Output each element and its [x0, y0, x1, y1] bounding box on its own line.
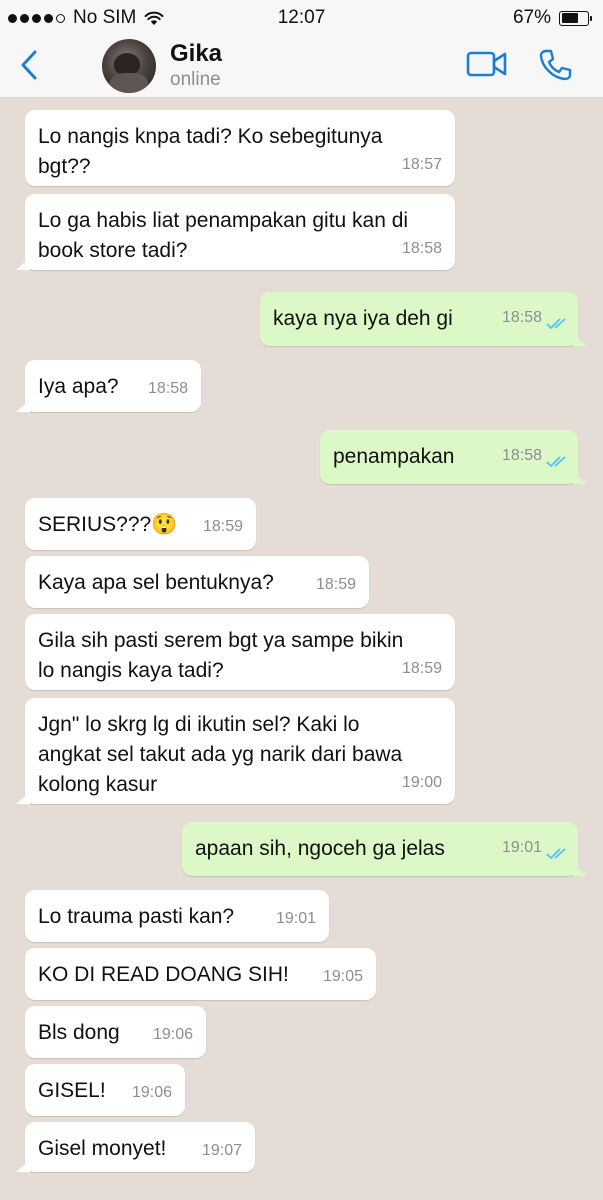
- status-right: 67%: [512, 7, 592, 29]
- chat-header: Gika online: [0, 36, 603, 98]
- message-bubble-outgoing[interactable]: apaan sih, ngoceh ga jelas 19:01: [182, 822, 587, 876]
- message-bubble-incoming[interactable]: Kaya apa sel bentuknya? 18:59: [25, 556, 369, 608]
- read-ticks-icon: [546, 848, 566, 860]
- message-time: 19:07: [201, 1142, 242, 1159]
- message-bubble-incoming[interactable]: Lo trauma pasti kan? 19:01: [25, 890, 329, 942]
- message-text: Jgn" lo skrg lg di ikutin sel? Kaki lo a…: [38, 713, 403, 796]
- message-bubble-incoming[interactable]: Iya apa? 18:58: [16, 360, 201, 412]
- message-bubble-incoming[interactable]: Gisel monyet! 19:07: [16, 1122, 255, 1172]
- message-bubble-incoming[interactable]: KO DI READ DOANG SIH! 19:05: [25, 948, 376, 1000]
- message-text: Lo ga habis liat penampakan gitu kan di …: [38, 209, 409, 262]
- message-text: GISEL!: [38, 1079, 106, 1102]
- message-text: SERIUS???😲: [38, 513, 178, 536]
- message-bubble-incoming[interactable]: Lo nangis knpa tadi? Ko sebegitunya bgt?…: [25, 110, 455, 186]
- message-time: 18:59: [315, 576, 356, 593]
- message-bubble-incoming[interactable]: Lo ga habis liat penampakan gitu kan di …: [16, 194, 455, 270]
- message-time: 18:58: [147, 380, 188, 397]
- message-text: KO DI READ DOANG SIH!: [38, 963, 289, 986]
- message-text: apaan sih, ngoceh ga jelas: [195, 837, 445, 860]
- video-camera-icon[interactable]: [466, 50, 508, 78]
- message-text: Lo nangis knpa tadi? Ko sebegitunya bgt?…: [38, 125, 383, 178]
- message-text: penampakan: [333, 445, 455, 468]
- message-text: kaya nya iya deh gi: [273, 307, 453, 330]
- message-time: 18:57: [401, 156, 442, 173]
- message-bubble-incoming[interactable]: GISEL! 19:06: [25, 1064, 185, 1116]
- read-ticks-icon: [546, 456, 566, 468]
- message-bubble-incoming[interactable]: SERIUS???😲 18:59: [25, 498, 256, 550]
- message-bubble-outgoing[interactable]: penampakan 18:58: [320, 430, 587, 484]
- read-ticks-icon: [546, 318, 566, 330]
- message-text: Gila sih pasti serem bgt ya sampe bikin …: [38, 629, 404, 682]
- chat-area[interactable]: Lo nangis knpa tadi? Ko sebegitunya bgt?…: [0, 98, 603, 1200]
- chevron-left-icon[interactable]: [20, 50, 38, 80]
- message-time: 19:06: [131, 1084, 172, 1101]
- avatar[interactable]: [102, 39, 156, 93]
- message-time: 18:59: [401, 660, 442, 677]
- message-text: Gisel monyet!: [38, 1137, 167, 1160]
- message-text: Lo trauma pasti kan?: [38, 905, 235, 928]
- message-text: Bls dong: [38, 1021, 120, 1044]
- battery-percent: 67%: [512, 7, 551, 28]
- message-time: 18:58: [501, 447, 542, 464]
- message-time: 18:58: [501, 309, 542, 326]
- message-time: 18:58: [401, 240, 442, 257]
- message-bubble-incoming[interactable]: Gila sih pasti serem bgt ya sampe bikin …: [25, 614, 455, 690]
- battery-icon: [559, 10, 592, 26]
- message-time: 18:59: [202, 518, 243, 535]
- message-bubble-incoming[interactable]: Jgn" lo skrg lg di ikutin sel? Kaki lo a…: [16, 698, 455, 804]
- status-bar: No SIM 12:07 67%: [0, 0, 603, 36]
- message-time: 19:01: [275, 910, 316, 927]
- message-time: 19:00: [401, 774, 442, 791]
- contact-name[interactable]: Gika: [170, 40, 222, 68]
- contact-status: online: [170, 69, 221, 90]
- message-time: 19:06: [152, 1026, 193, 1043]
- phone-icon[interactable]: [538, 48, 572, 82]
- message-bubble-incoming[interactable]: Bls dong 19:06: [25, 1006, 206, 1058]
- message-bubble-outgoing[interactable]: kaya nya iya deh gi 18:58: [260, 292, 587, 346]
- message-time: 19:05: [322, 968, 363, 985]
- message-text: Iya apa?: [38, 375, 119, 398]
- message-text: Kaya apa sel bentuknya?: [38, 571, 274, 594]
- battery-fill: [561, 13, 579, 23]
- message-time: 19:01: [501, 839, 542, 856]
